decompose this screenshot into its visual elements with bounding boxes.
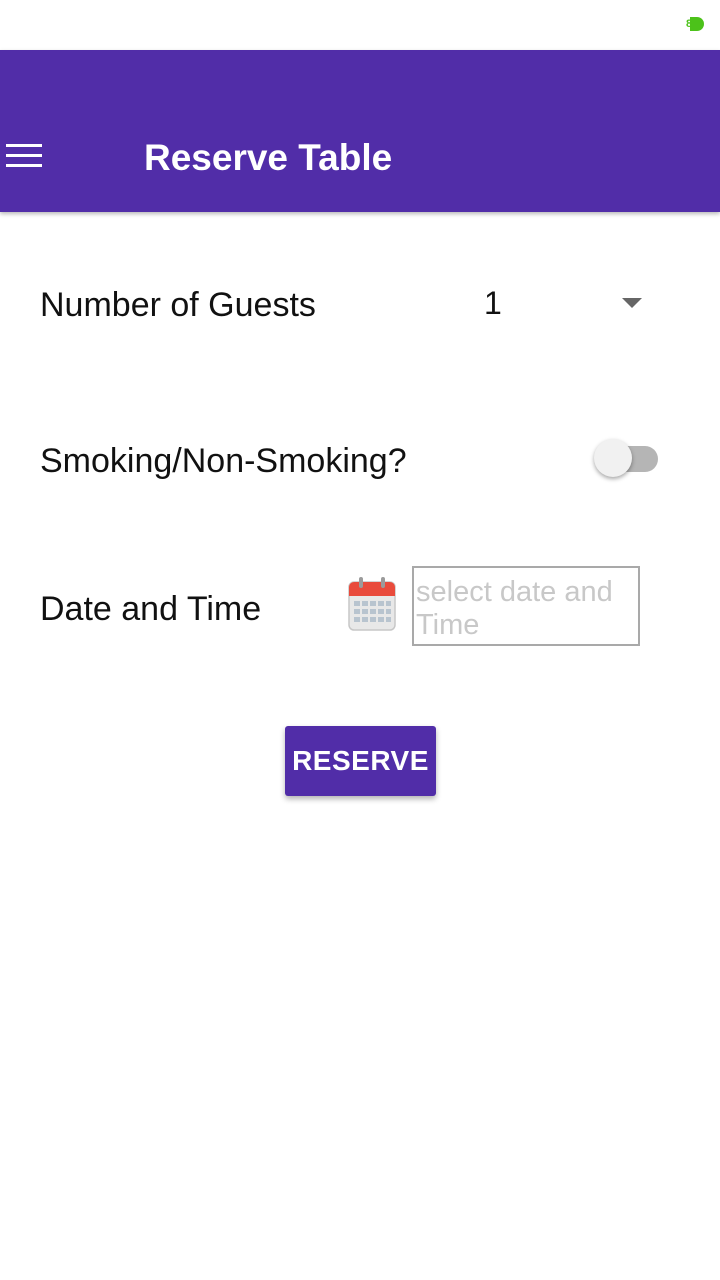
calendar-icon[interactable] bbox=[347, 576, 397, 632]
guests-dropdown[interactable]: 1 bbox=[470, 278, 660, 330]
battery-icon: 8 bbox=[686, 17, 704, 31]
status-bar: 8 bbox=[0, 0, 720, 50]
smoking-label: Smoking/Non-Smoking? bbox=[40, 442, 407, 480]
hamburger-menu-icon[interactable] bbox=[6, 144, 42, 170]
guests-label: Number of Guests bbox=[40, 286, 316, 324]
page-title: Reserve Table bbox=[144, 137, 393, 178]
date-time-label: Date and Time bbox=[40, 590, 262, 628]
smoking-toggle[interactable] bbox=[592, 438, 662, 480]
date-time-field[interactable] bbox=[412, 566, 640, 646]
reserve-button[interactable]: RESERVE bbox=[285, 726, 436, 796]
battery-label: 8 bbox=[686, 18, 693, 30]
guests-selected-value: 1 bbox=[484, 285, 502, 321]
dropdown-arrow-icon bbox=[622, 298, 642, 308]
toggle-thumb bbox=[594, 439, 632, 477]
app-bar: Reserve Table bbox=[0, 50, 720, 212]
